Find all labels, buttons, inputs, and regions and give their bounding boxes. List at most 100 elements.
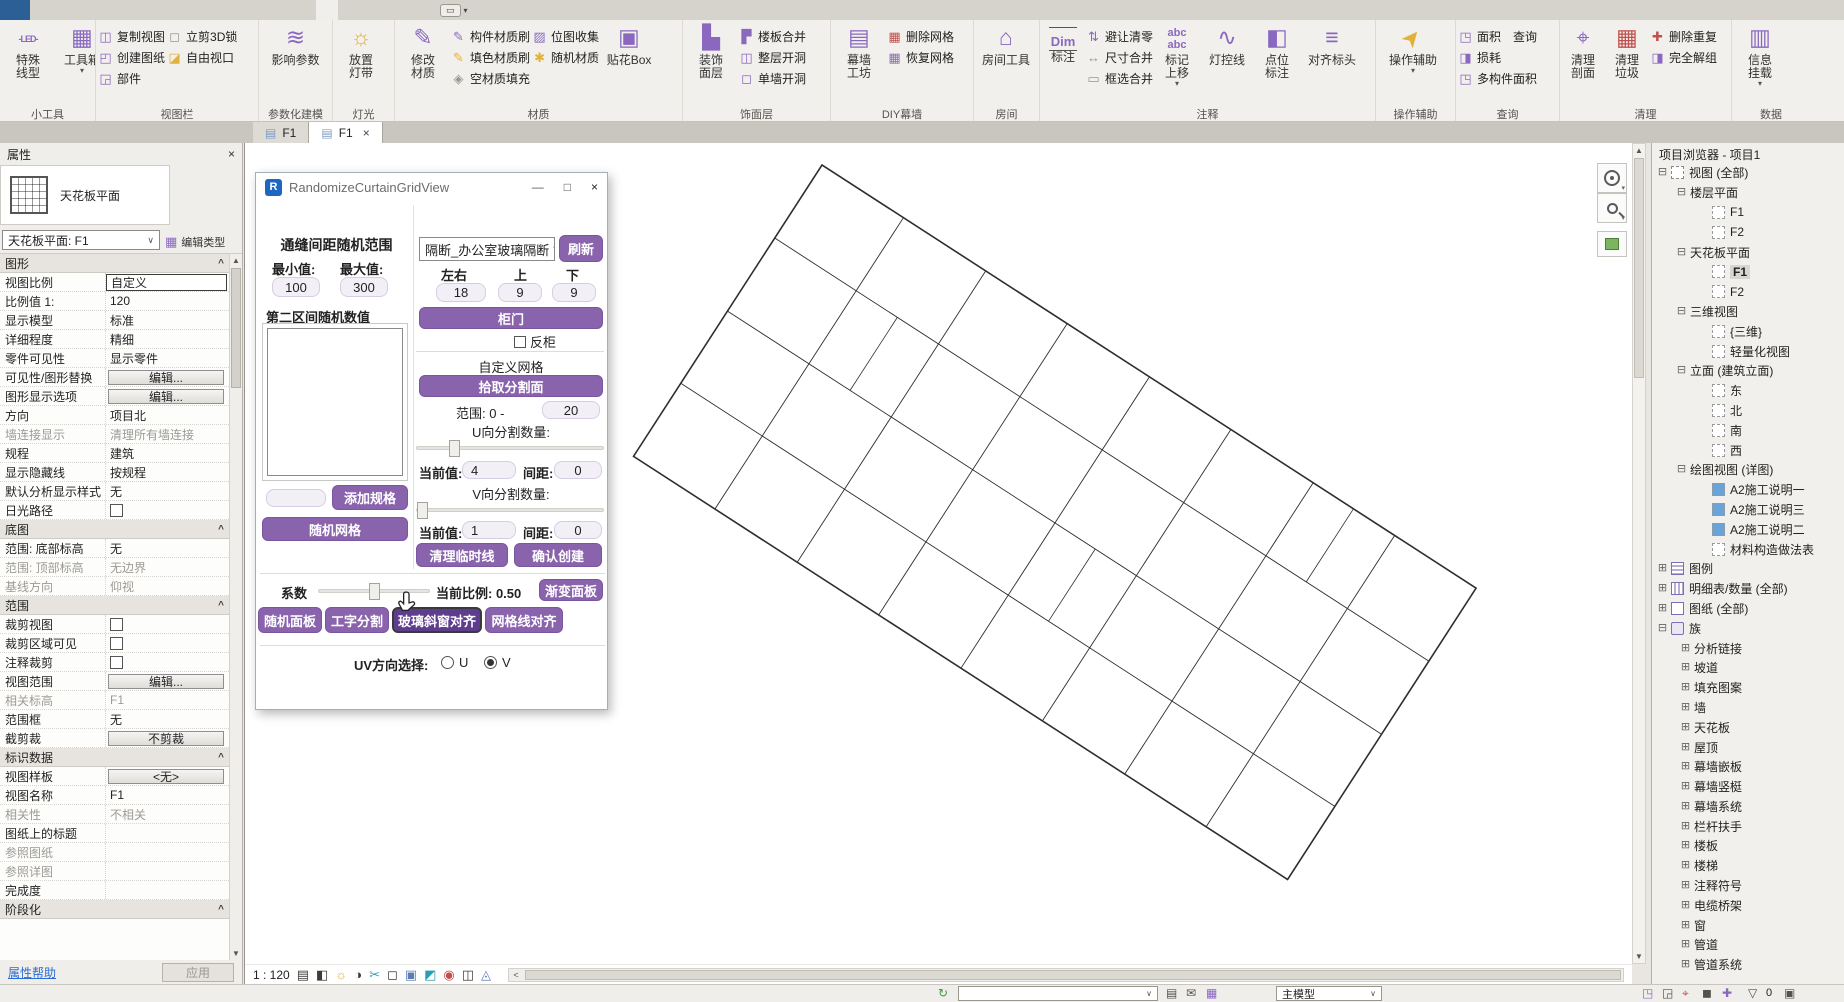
- viewcube-button[interactable]: [1597, 231, 1627, 257]
- menu-item[interactable]: [52, 0, 74, 20]
- tree-expander-icon[interactable]: ⊞: [1680, 801, 1691, 812]
- ribbon-small-button[interactable]: ◫复制视图: [98, 28, 165, 45]
- reveal-hidden-icon[interactable]: ◉: [443, 968, 454, 982]
- menu-item[interactable]: [316, 0, 338, 20]
- tree-item[interactable]: F2: [1652, 282, 1844, 302]
- property-value[interactable]: F1: [106, 788, 229, 802]
- tree-expander-icon[interactable]: ⊞: [1680, 900, 1691, 911]
- filter-icon[interactable]: ▽: [1748, 986, 1757, 1001]
- select-by-face-icon[interactable]: ◼: [1702, 986, 1712, 1001]
- tree-expander-icon[interactable]: ⊟: [1676, 187, 1687, 198]
- tree-expander-icon[interactable]: ⊞: [1680, 702, 1691, 713]
- temporary-hide-icon[interactable]: ◩: [424, 968, 436, 982]
- dialog-title-bar[interactable]: R RandomizeCurtainGridView — □ ×: [256, 173, 607, 201]
- leftright-input[interactable]: 18: [436, 283, 486, 302]
- property-value[interactable]: [106, 504, 229, 517]
- menu-item[interactable]: [140, 0, 162, 20]
- minimize-icon[interactable]: —: [532, 180, 544, 194]
- glass-slope-align-button[interactable]: 玻璃斜窗对齐: [392, 607, 482, 633]
- tree-item[interactable]: 北: [1652, 401, 1844, 421]
- scrollbar-thumb[interactable]: [1634, 158, 1644, 378]
- apply-button[interactable]: 应用: [162, 963, 234, 982]
- slider-thumb[interactable]: [369, 583, 380, 600]
- visual-style-icon[interactable]: ◧: [316, 968, 328, 982]
- ribbon-small-button[interactable]: ▭框选合并: [1086, 70, 1153, 87]
- tree-item[interactable]: {三维}: [1652, 321, 1844, 341]
- tree-item[interactable]: 轻量化视图: [1652, 341, 1844, 361]
- ribbon-small-button[interactable]: ✱随机材质: [532, 49, 599, 66]
- worksets-dropdown[interactable]: ∨: [958, 986, 1158, 1001]
- tree-item[interactable]: ⊞ 分析链接: [1652, 638, 1844, 658]
- random-grid-button[interactable]: 随机网格: [262, 517, 408, 541]
- property-value[interactable]: 无: [106, 483, 229, 500]
- close-tab-icon[interactable]: ×: [363, 126, 370, 140]
- u-current-input[interactable]: 4: [462, 461, 516, 479]
- tree-expander-icon[interactable]: ⊞: [1680, 643, 1691, 654]
- bottom-input[interactable]: 9: [552, 283, 596, 302]
- tree-expander-icon[interactable]: ⊞: [1657, 583, 1668, 594]
- menu-item[interactable]: [250, 0, 272, 20]
- tree-item[interactable]: ⊞ 幕墙嵌板: [1652, 757, 1844, 777]
- ribbon-small-button[interactable]: ◳多构件面积: [1458, 70, 1537, 87]
- property-value[interactable]: 无边界: [106, 559, 229, 576]
- gradient-panel-button[interactable]: 渐变面板: [539, 579, 603, 601]
- ribbon-small-button[interactable]: ◻单墙开洞: [739, 70, 806, 87]
- quick-access-overflow[interactable]: ▭ ▾: [432, 0, 476, 20]
- special-linetype-button[interactable]: -LED- 特殊 线型: [2, 23, 54, 80]
- tree-item[interactable]: 西: [1652, 440, 1844, 460]
- property-value[interactable]: 项目北: [106, 407, 229, 424]
- tree-expander-icon[interactable]: ⊟: [1657, 623, 1668, 634]
- property-value[interactable]: 不剪裁: [108, 731, 224, 746]
- ribbon-small-button[interactable]: ↔尺寸合并: [1086, 49, 1153, 66]
- steering-wheel-button[interactable]: ▾: [1597, 163, 1627, 193]
- scrollbar-thumb[interactable]: [231, 268, 241, 388]
- cabinet-door-button[interactable]: 柜门: [419, 307, 603, 329]
- ribbon-small-button[interactable]: ✚删除重复: [1650, 28, 1717, 45]
- ribbon-small-button[interactable]: ✎构件材质刷: [451, 28, 530, 45]
- tree-item[interactable]: ⊟ 立面 (建筑立面): [1652, 361, 1844, 381]
- scroll-down-icon[interactable]: ▼: [230, 947, 242, 960]
- room-tool-button[interactable]: ⌂ 房间工具: [976, 23, 1036, 67]
- refresh-button[interactable]: 刷新: [559, 235, 603, 262]
- tree-item[interactable]: ⊞ 注释符号: [1652, 876, 1844, 896]
- tag-up-button[interactable]: abc abc 标记 上移 ▾: [1155, 23, 1199, 88]
- scale-button[interactable]: 1 : 120: [253, 968, 290, 982]
- clean-trash-button[interactable]: ▦ 清理 垃圾: [1606, 23, 1648, 80]
- tree-item[interactable]: ⊞ 图例: [1652, 559, 1844, 579]
- v-split-slider[interactable]: [416, 508, 604, 512]
- menu-item[interactable]: [96, 0, 118, 20]
- tree-item[interactable]: 材料构造做法表: [1652, 539, 1844, 559]
- tree-expander-icon[interactable]: ⊞: [1680, 682, 1691, 693]
- random-values-listbox[interactable]: [267, 328, 403, 476]
- tree-expander-icon[interactable]: ⊞: [1657, 603, 1668, 614]
- property-value[interactable]: 清理所有墙连接: [106, 426, 229, 443]
- reverse-cabinet-checkbox[interactable]: [514, 336, 526, 348]
- ribbon-small-button[interactable]: ▛楼板合并: [739, 28, 806, 45]
- view-tab-f1-inactive[interactable]: ▤ F1: [253, 122, 309, 143]
- info-mount-button[interactable]: ▥ 信息 挂载 ▾: [1734, 23, 1786, 88]
- tree-item[interactable]: ⊞ 墙: [1652, 698, 1844, 718]
- view-tab-f1-active[interactable]: ▤ F1 ×: [309, 122, 382, 143]
- tree-item[interactable]: A2施工说明二: [1652, 519, 1844, 539]
- tree-item[interactable]: ⊞ 幕墙系统: [1652, 797, 1844, 817]
- property-value[interactable]: 显示零件: [106, 350, 229, 367]
- menu-item[interactable]: [360, 0, 382, 20]
- select-underlay-icon[interactable]: ◲: [1662, 986, 1673, 1001]
- random-panel-button[interactable]: 随机面板: [258, 607, 322, 633]
- top-input[interactable]: 9: [498, 283, 542, 302]
- scroll-up-icon[interactable]: ▲: [1633, 144, 1645, 157]
- tree-expander-icon[interactable]: ⊞: [1680, 860, 1691, 871]
- clean-temp-lines-button[interactable]: 清理临时线: [416, 543, 508, 567]
- tree-item[interactable]: ⊞ 坡道: [1652, 658, 1844, 678]
- i-split-button[interactable]: 工字分割: [325, 607, 389, 633]
- scroll-down-icon[interactable]: ▼: [1633, 950, 1645, 963]
- clean-section-button[interactable]: ⌖ 清理 剖面: [1562, 23, 1604, 80]
- add-spec-button[interactable]: 添加规格: [332, 485, 408, 510]
- ribbon-small-button[interactable]: ⇅避让清零: [1086, 28, 1153, 45]
- tree-expander-icon[interactable]: ⊟: [1676, 247, 1687, 258]
- ribbon-small-button[interactable]: ◫整层开洞: [739, 49, 806, 66]
- tree-item[interactable]: ⊞ 幕墙竖梃: [1652, 777, 1844, 797]
- menu-item[interactable]: [162, 0, 184, 20]
- design-options-icon[interactable]: ▦: [1206, 986, 1217, 1001]
- tree-expander-icon[interactable]: ⊞: [1680, 722, 1691, 733]
